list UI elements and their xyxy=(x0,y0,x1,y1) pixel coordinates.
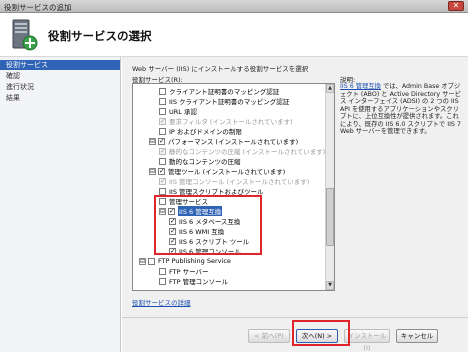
checkbox[interactable] xyxy=(168,207,175,215)
tree-item[interactable]: 静的なコンテンツの圧縮 (インストールされています) xyxy=(159,146,325,156)
tree-group[interactable]: ⊟ FTP Publishing Service xyxy=(139,256,231,266)
tree-item[interactable]: 動的なコンテンツの圧縮 xyxy=(159,156,241,166)
window-title: 役割サービスの追加 xyxy=(4,3,72,12)
tree-group-selected[interactable]: ⊟IIS 6 管理互換 xyxy=(159,206,223,216)
checkbox[interactable] xyxy=(159,267,166,275)
tree-item[interactable]: IIS 6 管理コンソール xyxy=(169,246,241,256)
checkbox xyxy=(159,117,166,125)
cancel-button[interactable]: キャンセル xyxy=(396,329,438,343)
main-panel: Web サーバー (IIS) にインストールする役割サービスを選択 役割サービス… xyxy=(122,57,468,317)
tree-item[interactable]: IP およびドメインの制限 xyxy=(159,126,242,136)
checkbox[interactable] xyxy=(159,107,166,115)
tree-group[interactable]: ⊟パフォーマンス (インストールされています) xyxy=(149,136,298,146)
checkbox[interactable] xyxy=(159,187,166,195)
checkbox[interactable] xyxy=(159,197,166,205)
description-link[interactable]: IIS 6 管理互換 xyxy=(340,83,381,90)
scroll-thumb[interactable] xyxy=(326,188,334,246)
tree-item[interactable]: IIS クライアント証明書のマッピング認証 xyxy=(159,96,289,106)
step-confirmation[interactable]: 確認 xyxy=(0,71,120,81)
description-text: では、Admin Base オブジェクト (ABO) と Active Dire… xyxy=(340,83,461,135)
checkbox[interactable] xyxy=(169,217,176,225)
tree-item[interactable]: IIS 管理スクリプトおよびツール xyxy=(159,186,264,196)
checkbox[interactable] xyxy=(169,247,176,255)
server-install-icon xyxy=(12,19,38,51)
checkbox[interactable] xyxy=(169,237,176,245)
tree-item[interactable]: IIS 管理コンソール (インストールされています) xyxy=(159,176,309,186)
checkbox[interactable] xyxy=(169,227,176,235)
collapse-icon[interactable]: ⊟ xyxy=(149,137,156,145)
tree-item[interactable]: FTP 管理コンソール xyxy=(159,276,228,286)
tree-item[interactable]: IIS 6 スクリプト ツール xyxy=(169,236,249,246)
checkbox xyxy=(159,147,166,155)
checkbox[interactable] xyxy=(159,157,166,165)
step-role-services[interactable]: 役割サービス xyxy=(0,60,120,70)
close-icon[interactable]: ✕ xyxy=(448,1,464,11)
checkbox xyxy=(159,177,166,185)
scroll-down-icon[interactable]: ▼ xyxy=(326,281,334,290)
tree-scrollbar[interactable]: ▲ ▼ xyxy=(325,84,334,290)
role-services-tree[interactable]: クライアント証明書のマッピング認証 IIS クライアント証明書のマッピング認証 … xyxy=(132,83,335,291)
collapse-icon[interactable]: ⊟ xyxy=(139,257,146,265)
tree-item[interactable]: IIS 6 WMI 互換 xyxy=(169,226,224,236)
title-bar: 役割サービスの追加 ✕ xyxy=(0,0,468,13)
tree-item[interactable]: URL 承認 xyxy=(159,106,197,116)
tree-item[interactable]: クライアント証明書のマッピング認証 xyxy=(159,86,279,96)
step-results[interactable]: 結果 xyxy=(0,93,120,103)
role-services-details-link[interactable]: 役割サービスの詳細 xyxy=(132,297,191,307)
wizard-footer: < 前へ(P) 次へ(N) > インストール(I) キャンセル xyxy=(122,317,468,352)
wizard-steps: 役割サービス 確認 進行状況 結果 xyxy=(0,57,121,352)
checkbox[interactable] xyxy=(158,167,165,175)
prev-button[interactable]: < 前へ(P) xyxy=(248,329,290,343)
tree-item[interactable]: FTP サーバー xyxy=(159,266,209,276)
install-button[interactable]: インストール(I) xyxy=(344,329,390,352)
description-panel: IIS 6 管理互換 では、Admin Base オブジェクト (ABO) と … xyxy=(340,83,462,136)
checkbox[interactable] xyxy=(159,87,166,95)
tree-group[interactable]: ⊟管理ツール (インストールされています) xyxy=(149,166,285,176)
step-progress[interactable]: 進行状況 xyxy=(0,82,120,92)
collapse-icon[interactable]: ⊟ xyxy=(149,167,156,175)
checkbox[interactable] xyxy=(148,257,155,265)
scroll-up-icon[interactable]: ▲ xyxy=(326,84,334,93)
tree-item[interactable]: 管理サービス xyxy=(159,196,208,206)
checkbox[interactable] xyxy=(159,127,166,135)
tree-item[interactable]: IIS 6 メタベース互換 xyxy=(169,216,240,226)
next-button[interactable]: 次へ(N) > xyxy=(296,329,338,343)
tree-item[interactable]: 要求フィルタ (インストールされています) xyxy=(159,116,293,126)
collapse-icon[interactable]: ⊟ xyxy=(159,207,166,215)
page-header: 役割サービスの選択 xyxy=(0,13,468,57)
checkbox[interactable] xyxy=(159,277,166,285)
checkbox[interactable] xyxy=(158,137,165,145)
intro-text: Web サーバー (IIS) にインストールする役割サービスを選択 xyxy=(132,65,309,73)
page-title: 役割サービスの選択 xyxy=(48,29,152,43)
checkbox[interactable] xyxy=(159,97,166,105)
